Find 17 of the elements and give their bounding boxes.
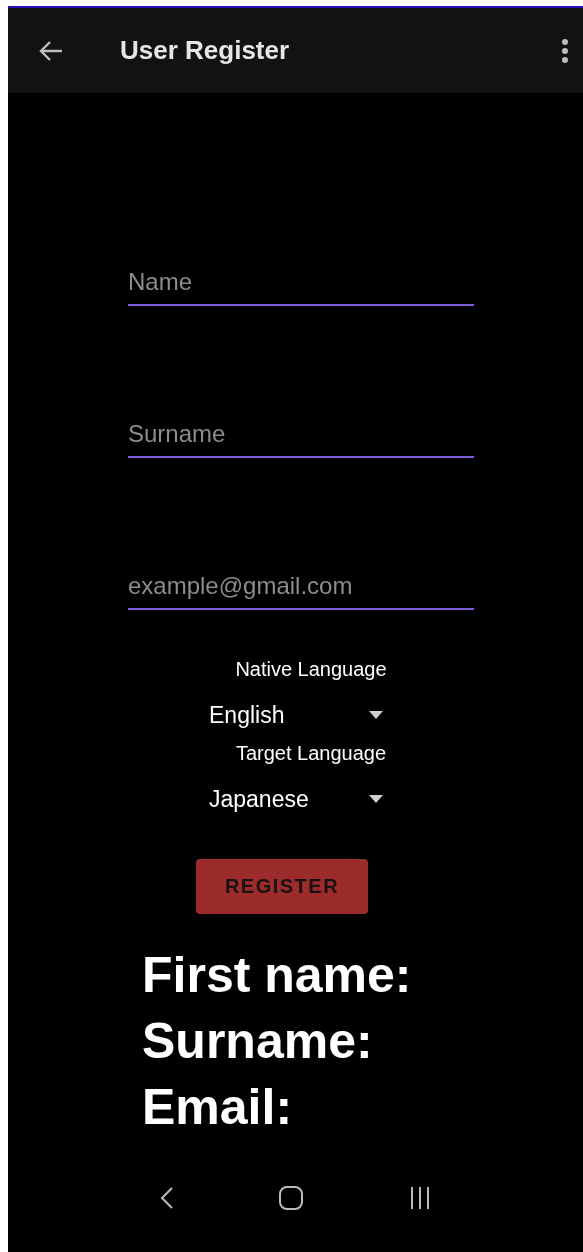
dropdown-caret-icon (369, 711, 383, 719)
info-label: First name: (142, 946, 413, 1005)
info-label: Surname: (142, 1012, 374, 1071)
recent-apps-icon[interactable] (408, 1186, 431, 1210)
text-input-field[interactable]: Name (128, 266, 474, 306)
back-icon[interactable] (160, 1186, 175, 1210)
screen-title: User Register (120, 35, 291, 66)
language-dropdown[interactable]: Japanese (209, 785, 385, 813)
picker-label: Target Language (235, 741, 387, 765)
text-input-field[interactable]: example@gmail.com (128, 570, 474, 610)
picker-label: Native Language (235, 657, 387, 681)
language-dropdown[interactable]: English (209, 701, 385, 729)
dropdown-caret-icon (369, 795, 383, 803)
info-label: Email: (142, 1078, 294, 1137)
text-input-field[interactable]: Surname (128, 418, 474, 458)
home-icon[interactable] (278, 1185, 305, 1211)
more-options-icon[interactable] (561, 37, 569, 64)
